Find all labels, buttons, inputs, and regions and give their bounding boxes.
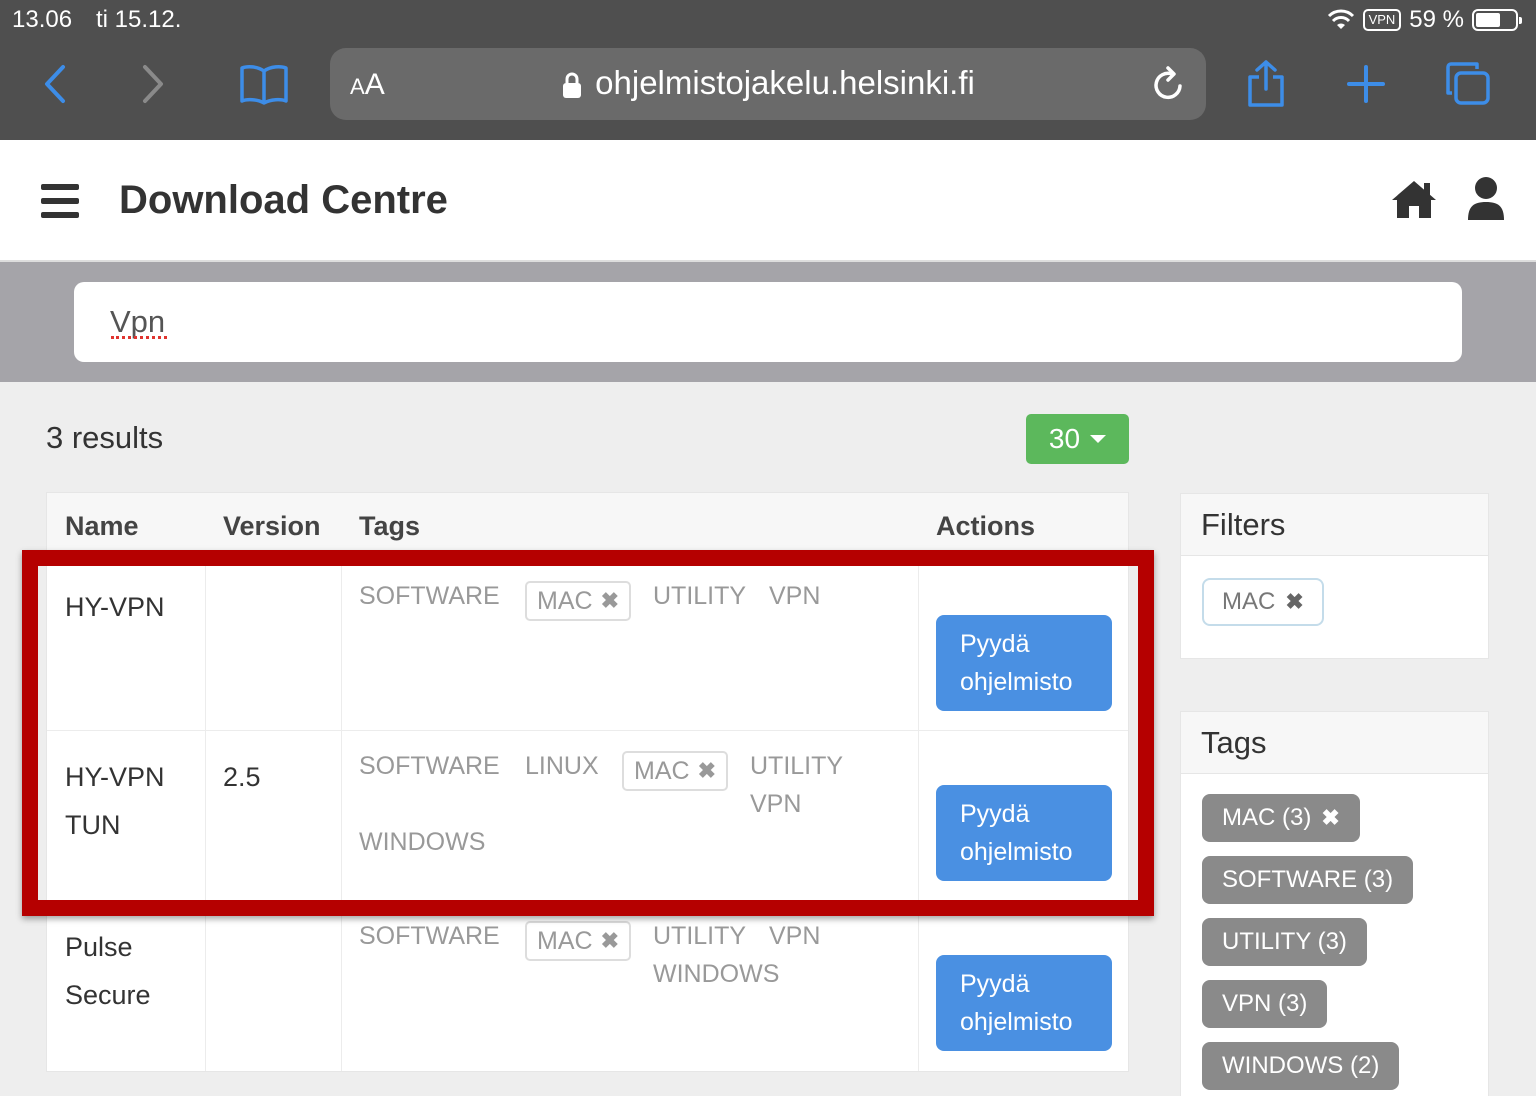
search-input[interactable]	[74, 282, 1462, 362]
app-header: Download Centre	[0, 140, 1536, 262]
tag-software[interactable]: SOFTWARE	[359, 577, 500, 615]
column-tags: Tags	[359, 511, 421, 541]
column-actions: Actions	[936, 511, 1036, 541]
remove-icon[interactable]: ✖	[1321, 805, 1339, 831]
reload-icon[interactable]	[1150, 64, 1188, 104]
battery-icon	[1472, 9, 1522, 31]
address-bar[interactable]: AA ohjelmistojakelu.helsinki.fi	[330, 48, 1206, 120]
menu-icon[interactable]	[41, 184, 79, 218]
request-software-button[interactable]: Pyydä ohjelmisto	[936, 615, 1112, 711]
bookmarks-icon[interactable]	[238, 58, 290, 110]
results-table: Name Version Tags Actions HY-VPN SOFTWAR…	[46, 492, 1129, 1072]
table-row: HY-VPN TUN 2.5 SOFTWARE LINUX MAC ✖ UTILI…	[47, 731, 1128, 901]
tag-mac-active[interactable]: MAC ✖	[525, 921, 631, 961]
tag-filter-vpn[interactable]: VPN (3)	[1202, 980, 1328, 1028]
tag-windows[interactable]: WINDOWS	[359, 823, 485, 861]
tabs-icon[interactable]	[1442, 58, 1494, 110]
per-page-dropdown[interactable]: 30	[1026, 414, 1129, 464]
tag-mac-active[interactable]: MAC ✖	[525, 581, 631, 621]
tag-mac-active[interactable]: MAC ✖	[622, 751, 728, 791]
caret-down-icon	[1090, 435, 1107, 443]
tag-utility[interactable]: UTILITY	[653, 917, 746, 955]
request-software-button[interactable]: Pyydä ohjelmisto	[936, 785, 1112, 881]
tag-software[interactable]: SOFTWARE	[359, 917, 500, 955]
tag-vpn[interactable]: VPN	[769, 917, 820, 955]
lock-icon	[563, 72, 582, 99]
tags-title: Tags	[1181, 712, 1488, 774]
tag-linux[interactable]: LINUX	[525, 747, 599, 785]
software-name[interactable]: HY-VPN	[65, 583, 195, 631]
url-text: ohjelmistojakelu.helsinki.fi	[595, 64, 975, 101]
table-row: Pulse Secure SOFTWARE MAC ✖ UTILITY VPN W…	[47, 901, 1128, 1073]
results-count: 3 results	[46, 420, 164, 455]
filters-title: Filters	[1181, 494, 1488, 556]
remove-icon[interactable]: ✖	[601, 582, 619, 620]
status-date: ti 15.12.	[96, 6, 182, 33]
column-name[interactable]: Name	[65, 511, 139, 542]
page-title: Download Centre	[119, 178, 448, 222]
column-version[interactable]: Version	[223, 511, 321, 542]
tag-utility[interactable]: UTILITY	[750, 747, 843, 785]
table-row: HY-VPN SOFTWARE MAC ✖ UTILITY VPN Pyydä o…	[47, 561, 1128, 731]
per-page-value: 30	[1048, 423, 1081, 454]
status-indicators: VPN 59 %	[1327, 6, 1522, 34]
software-name[interactable]: HY-VPN TUN	[65, 753, 195, 849]
tag-filter-utility[interactable]: UTILITY (3)	[1202, 918, 1367, 966]
status-time: 13.06	[12, 6, 73, 33]
wifi-icon	[1327, 9, 1354, 29]
remove-icon[interactable]: ✖	[1285, 589, 1303, 615]
tag-filter-software[interactable]: SOFTWARE (3)	[1202, 856, 1414, 904]
table-header: Name Version Tags Actions	[47, 493, 1128, 561]
software-version: 2.5	[223, 762, 261, 792]
remove-icon[interactable]: ✖	[698, 752, 716, 790]
user-icon[interactable]	[1466, 176, 1506, 222]
search-band	[0, 262, 1536, 382]
tags-panel: Tags MAC (3) ✖ SOFTWARE (3) UTILITY (3) …	[1180, 711, 1489, 1096]
spellcheck-underline	[111, 336, 167, 339]
tag-windows[interactable]: WINDOWS	[653, 955, 779, 993]
tag-vpn[interactable]: VPN	[750, 785, 801, 823]
software-name[interactable]: Pulse Secure	[65, 923, 195, 1019]
forward-icon[interactable]	[128, 58, 180, 110]
vpn-badge: VPN	[1362, 9, 1402, 31]
tag-filter-windows[interactable]: WINDOWS (2)	[1202, 1042, 1400, 1090]
active-filter-mac[interactable]: MAC ✖	[1202, 578, 1324, 626]
new-tab-icon[interactable]	[1340, 58, 1392, 110]
browser-chrome: 13.06 ti 15.12. VPN 59 % AA ohjelmistoja…	[0, 0, 1536, 140]
request-software-button[interactable]: Pyydä ohjelmisto	[936, 955, 1112, 1051]
back-icon[interactable]	[28, 58, 80, 110]
tag-filter-mac[interactable]: MAC (3) ✖	[1202, 794, 1360, 842]
home-icon[interactable]	[1390, 178, 1438, 220]
filters-panel: Filters MAC ✖	[1180, 493, 1489, 659]
remove-icon[interactable]: ✖	[601, 922, 619, 960]
share-icon[interactable]	[1240, 58, 1292, 110]
tag-vpn[interactable]: VPN	[769, 577, 820, 615]
tag-utility[interactable]: UTILITY	[653, 577, 746, 615]
battery-percent: 59 %	[1409, 6, 1464, 33]
url-field[interactable]: ohjelmistojakelu.helsinki.fi	[330, 64, 1206, 102]
tag-software[interactable]: SOFTWARE	[359, 747, 500, 785]
